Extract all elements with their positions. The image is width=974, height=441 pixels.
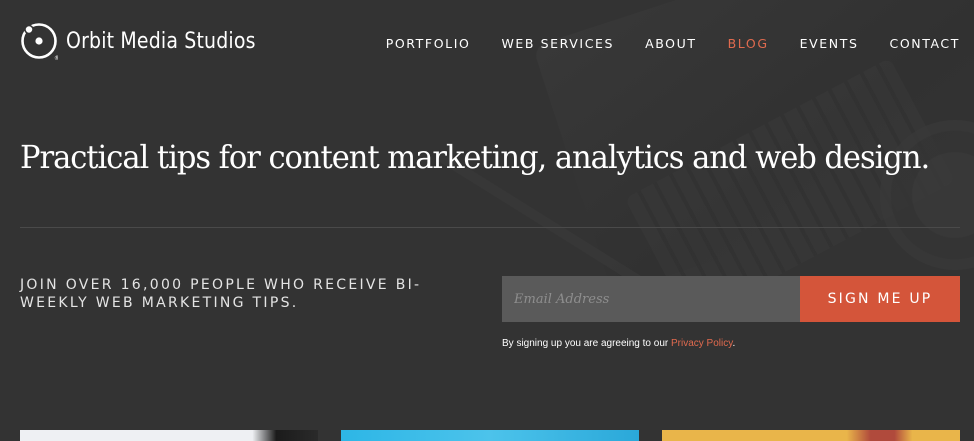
logo-link[interactable]: ® Orbit Media Studios — [20, 22, 286, 62]
main-nav: PORTFOLIO WEB SERVICES ABOUT BLOG EVENTS… — [386, 36, 960, 51]
blog-post-thumbnail[interactable] — [20, 430, 318, 441]
site-header: ® Orbit Media Studios PORTFOLIO WEB SERV… — [0, 0, 974, 86]
blog-post-thumbnail[interactable] — [341, 430, 639, 441]
newsletter-pitch: JOIN OVER 16,000 PEOPLE WHO RECEIVE BI-W… — [20, 277, 422, 311]
nav-item-web-services[interactable]: WEB SERVICES — [501, 36, 614, 51]
privacy-notice-text: By signing up you are agreeing to our — [502, 338, 671, 349]
newsletter-signup-form: SIGN ME UP — [502, 276, 960, 322]
registered-mark: ® — [54, 55, 58, 60]
nav-item-portfolio[interactable]: PORTFOLIO — [386, 36, 471, 51]
blog-post-cards — [20, 430, 960, 441]
blog-post-thumbnail[interactable] — [662, 430, 960, 441]
privacy-notice: By signing up you are agreeing to our Pr… — [502, 338, 735, 349]
nav-item-about[interactable]: ABOUT — [645, 36, 697, 51]
orbit-logo-icon: ® — [20, 22, 60, 62]
nav-item-contact[interactable]: CONTACT — [890, 36, 960, 51]
email-input[interactable] — [502, 276, 800, 322]
privacy-notice-period: . — [732, 338, 736, 349]
brand-name: Orbit Media Studios — [66, 28, 256, 54]
nav-item-blog[interactable]: BLOG — [728, 36, 769, 51]
nav-item-events[interactable]: EVENTS — [800, 36, 859, 51]
page-headline: Practical tips for content marketing, an… — [20, 138, 930, 176]
sign-me-up-button[interactable]: SIGN ME UP — [800, 276, 960, 322]
divider — [20, 227, 960, 228]
privacy-policy-link[interactable]: Privacy Policy — [671, 338, 733, 349]
